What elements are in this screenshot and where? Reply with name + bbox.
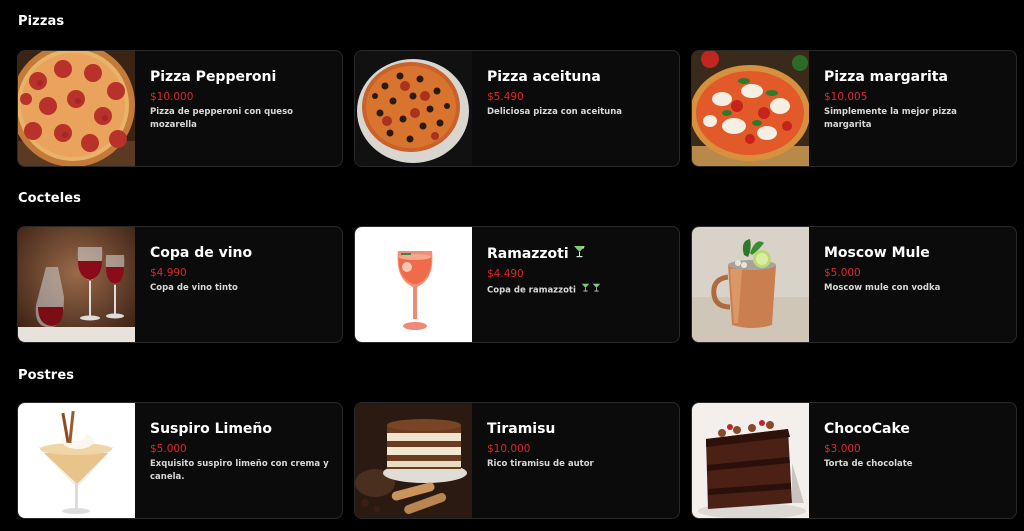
product-name: ChocoCake	[824, 421, 910, 437]
product-description: Rico tiramisu de autor	[487, 459, 594, 469]
product-description: Pizza de pepperoni con queso mozarella	[150, 107, 293, 130]
product-description: Simplemente la mejor pizza margarita	[824, 107, 957, 130]
product-description: Deliciosa pizza con aceituna	[487, 107, 623, 117]
product-card-tiramisu[interactable]: Tiramisu $10.000 Rico tiramisu de autor	[354, 402, 680, 519]
product-price: $5.000	[150, 443, 187, 455]
product-name: Moscow Mule	[824, 245, 930, 261]
moscow-mule-image	[692, 227, 809, 342]
product-description: Copa de vino tinto	[150, 283, 238, 293]
product-card-pizza-pepperoni[interactable]: Pizza Pepperoni $10.000 Pizza de peppero…	[17, 50, 343, 167]
product-card-ramazzoti[interactable]: Ramazzoti $4.490 Copa de ramazzoti	[354, 226, 680, 343]
product-name: Pizza aceituna	[487, 69, 601, 85]
product-price: $5.000	[824, 267, 861, 279]
product-description: Torta de chocolate	[824, 459, 913, 469]
product-name: Pizza Pepperoni	[150, 69, 277, 85]
olive-pizza-image	[355, 51, 472, 166]
product-card-copa-de-vino[interactable]: Copa de vino $4.990 Copa de vino tinto	[17, 226, 343, 343]
product-description-text: Copa de ramazzoti	[487, 285, 576, 296]
product-card-pizza-margarita[interactable]: Pizza margarita $10.005 Simplemente la m…	[691, 50, 1017, 167]
ramazzotti-spritz-image	[355, 227, 472, 342]
product-price: $10.000	[487, 443, 531, 455]
section-cocteles: Copa de vino $4.990 Copa de vino tinto R…	[17, 226, 1017, 343]
product-price: $10.005	[824, 91, 868, 103]
section-pizzas: Pizza Pepperoni $10.000 Pizza de peppero…	[17, 50, 1017, 167]
product-name-text: Ramazzoti	[487, 246, 569, 262]
suspiro-limeno-image	[18, 403, 135, 518]
product-card-moscow-mule[interactable]: Moscow Mule $5.000 Moscow mule con vodka	[691, 226, 1017, 343]
product-card-chococake[interactable]: ChocoCake $3.000 Torta de chocolate	[691, 402, 1017, 519]
product-price: $5.490	[487, 91, 524, 103]
product-description: Exquisito suspiro limeño con crema y can…	[150, 459, 329, 482]
section-title-pizzas: Pizzas	[18, 14, 65, 29]
product-name: Ramazzoti	[487, 245, 669, 263]
product-card-pizza-aceituna[interactable]: Pizza aceituna $5.490 Deliciosa pizza co…	[354, 50, 680, 167]
product-name: Pizza margarita	[824, 69, 948, 85]
product-price: $3.000	[824, 443, 861, 455]
red-wine-image	[18, 227, 135, 342]
section-title-postres: Postres	[18, 368, 75, 383]
cocktail-glass-icon	[581, 283, 590, 297]
product-price: $10.000	[150, 91, 194, 103]
product-card-suspiro-limeno[interactable]: Suspiro Limeño $5.000 Exquisito suspiro …	[17, 402, 343, 519]
pepperoni-pizza-image	[18, 51, 135, 166]
cocktail-glass-icon	[573, 245, 586, 263]
product-description: Moscow mule con vodka	[824, 283, 941, 293]
product-price: $4.990	[150, 267, 187, 279]
menu-page: Pizzas Pizza Pepperoni $10.000 Pizza de …	[0, 0, 1024, 531]
cocktail-glass-icon	[592, 283, 601, 297]
margarita-pizza-image	[692, 51, 809, 166]
product-price: $4.490	[487, 268, 524, 280]
chocolate-cake-image	[692, 403, 809, 518]
product-name: Suspiro Limeño	[150, 421, 272, 437]
section-title-cocteles: Cocteles	[18, 191, 82, 206]
product-name: Copa de vino	[150, 245, 253, 261]
tiramisu-image	[355, 403, 472, 518]
product-name: Tiramisu	[487, 421, 556, 437]
product-description: Copa de ramazzoti	[487, 283, 669, 298]
section-postres: Suspiro Limeño $5.000 Exquisito suspiro …	[17, 402, 1017, 519]
